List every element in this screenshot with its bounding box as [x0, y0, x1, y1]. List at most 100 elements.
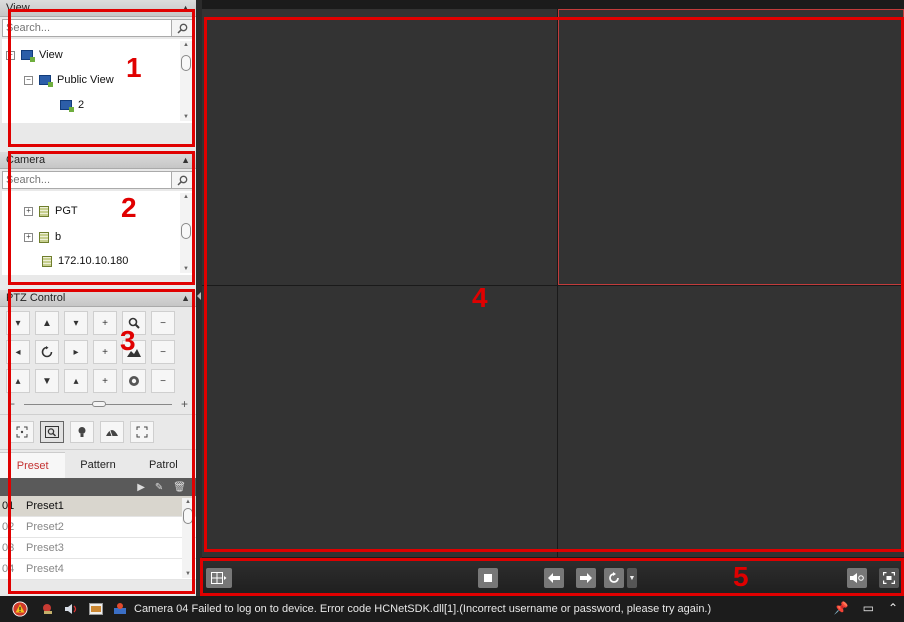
preset-toolbar: ▶ ✎ 🗑	[0, 478, 196, 496]
3d-positioning-button[interactable]	[10, 421, 34, 443]
pan-up-button[interactable]: ▲	[35, 311, 59, 335]
scroll-down-icon[interactable]: ▼	[182, 570, 194, 578]
camera-search	[2, 171, 194, 189]
collapse-toggle-icon[interactable]: −	[24, 75, 33, 85]
pin-icon[interactable]: 📌	[834, 601, 849, 615]
pan-down-left-button[interactable]: ▴	[6, 369, 30, 393]
scroll-down-icon[interactable]: ▼	[180, 265, 192, 273]
expand-up-icon[interactable]: ⌃	[888, 601, 898, 615]
one-touch-focus-icon[interactable]	[130, 421, 154, 443]
pan-down-right-button[interactable]: ▴	[64, 369, 88, 393]
auto-switch-button[interactable]	[604, 568, 624, 588]
scroll-up-icon[interactable]: ▲	[180, 41, 192, 49]
preset-list-scrollbar[interactable]: ▲ ▼	[182, 498, 194, 578]
audio-alarm-icon[interactable]	[64, 601, 80, 617]
pan-down-button[interactable]: ▼	[35, 369, 59, 393]
camera-search-input[interactable]	[2, 171, 172, 189]
edit-icon[interactable]: ✎	[155, 482, 163, 493]
tree-item-public-view[interactable]: − Public View	[24, 70, 114, 90]
search-icon[interactable]	[172, 171, 194, 189]
tab-patrol[interactable]: Patrol	[131, 452, 196, 478]
video-window-1[interactable]	[202, 9, 557, 285]
scroll-thumb[interactable]	[181, 55, 191, 71]
scroll-up-icon[interactable]: ▲	[180, 193, 192, 201]
delete-icon[interactable]: 🗑	[173, 482, 186, 493]
auto-switch-dropdown-icon[interactable]: ▼	[627, 568, 637, 588]
tree-item-device-ip[interactable]: 172.10.10.180	[42, 251, 128, 271]
tree-item-b[interactable]: + b	[24, 227, 61, 247]
search-icon[interactable]	[172, 19, 194, 37]
event-record-icon[interactable]	[88, 601, 104, 617]
focus-near-button[interactable]: +	[93, 340, 117, 364]
zoom-window-button[interactable]	[40, 421, 64, 443]
stop-all-button[interactable]	[478, 568, 498, 588]
expand-toggle-icon[interactable]: +	[24, 232, 33, 242]
alarm-warning-icon[interactable]	[12, 601, 28, 617]
alarm-sound-icon[interactable]	[40, 601, 56, 617]
zoom-in-button[interactable]: +	[93, 311, 117, 335]
view-panel: View ▲ − View − Public View	[0, 0, 196, 148]
video-window-3[interactable]	[202, 286, 557, 557]
list-item[interactable]: 01 Preset1	[0, 496, 196, 517]
ptz-function-row	[0, 414, 196, 450]
light-icon[interactable]	[70, 421, 94, 443]
stop-icon	[484, 574, 492, 582]
tree-item-label: View	[39, 49, 63, 61]
tree-item-label: Public View	[57, 74, 114, 86]
previous-page-button[interactable]	[544, 568, 564, 588]
window-division-button[interactable]	[206, 568, 232, 588]
iris-close-button[interactable]: −	[151, 369, 175, 393]
preset-number: 03	[2, 542, 15, 554]
scroll-thumb[interactable]	[181, 223, 191, 239]
pan-left-button[interactable]: ◂	[6, 340, 30, 364]
view-search-input[interactable]	[2, 19, 172, 37]
preset-name: Preset1	[26, 500, 64, 512]
tree-item-label: 172.10.10.180	[58, 255, 129, 267]
tree-item-pgt[interactable]: + PGT	[24, 201, 78, 221]
play-icon[interactable]: ▶	[137, 482, 145, 493]
ptz-tabs: Preset Pattern Patrol	[0, 452, 196, 478]
collapse-icon[interactable]: ▲	[181, 3, 190, 13]
full-screen-button[interactable]	[879, 568, 899, 588]
camera-panel-header[interactable]: Camera ▲	[0, 152, 196, 169]
pan-up-left-button[interactable]: ▾	[6, 311, 30, 335]
camera-tree-scrollbar[interactable]: ▲ ▼	[180, 193, 192, 273]
list-item[interactable]: 04 Preset4	[0, 559, 196, 580]
tab-pattern[interactable]: Pattern	[65, 452, 130, 478]
view-panel-header[interactable]: View ▲	[0, 0, 196, 17]
auto-scan-button[interactable]	[35, 340, 59, 364]
scroll-down-icon[interactable]: ▼	[180, 113, 192, 121]
ptz-speed-slider[interactable]: − +	[6, 397, 190, 411]
list-item[interactable]: 02 Preset2	[0, 517, 196, 538]
view-tree: − View − Public View 2 ▲ ▼	[2, 39, 194, 123]
camera-tree: + PGT + b 172.10.10.180 ▲ ▼	[2, 191, 194, 275]
collapse-icon[interactable]: ▲	[181, 155, 190, 165]
ptz-panel-header[interactable]: PTZ Control ▲	[0, 290, 196, 307]
tree-item-view[interactable]: − View	[6, 45, 63, 65]
pan-right-button[interactable]: ▸	[64, 340, 88, 364]
focus-far-button[interactable]: −	[151, 340, 175, 364]
zoom-out-button[interactable]: −	[151, 311, 175, 335]
collapse-icon[interactable]: ▲	[181, 293, 190, 303]
preset-number: 01	[2, 500, 15, 512]
tree-item-2[interactable]: 2	[60, 95, 84, 115]
mute-button[interactable]	[847, 568, 867, 588]
wiper-icon[interactable]	[100, 421, 124, 443]
expand-toggle-icon[interactable]: +	[24, 206, 33, 216]
selected-window-border	[558, 9, 904, 285]
scroll-thumb[interactable]	[183, 508, 193, 524]
minimize-panel-icon[interactable]: ▭	[863, 601, 874, 615]
view-tree-scrollbar[interactable]: ▲ ▼	[180, 41, 192, 121]
collapse-toggle-icon[interactable]: −	[6, 50, 15, 60]
scroll-up-icon[interactable]: ▲	[182, 498, 194, 506]
device-alarm-icon[interactable]	[112, 601, 128, 617]
collapse-arrow-icon[interactable]	[197, 292, 201, 300]
next-page-button[interactable]	[576, 568, 596, 588]
pan-up-right-button[interactable]: ▾	[64, 311, 88, 335]
slider-plus-icon: +	[180, 397, 188, 411]
video-window-4[interactable]	[558, 286, 904, 557]
tab-preset[interactable]: Preset	[0, 452, 66, 478]
slider-knob[interactable]	[92, 401, 106, 407]
iris-open-button[interactable]: +	[93, 369, 117, 393]
list-item[interactable]: 03 Preset3	[0, 538, 196, 559]
